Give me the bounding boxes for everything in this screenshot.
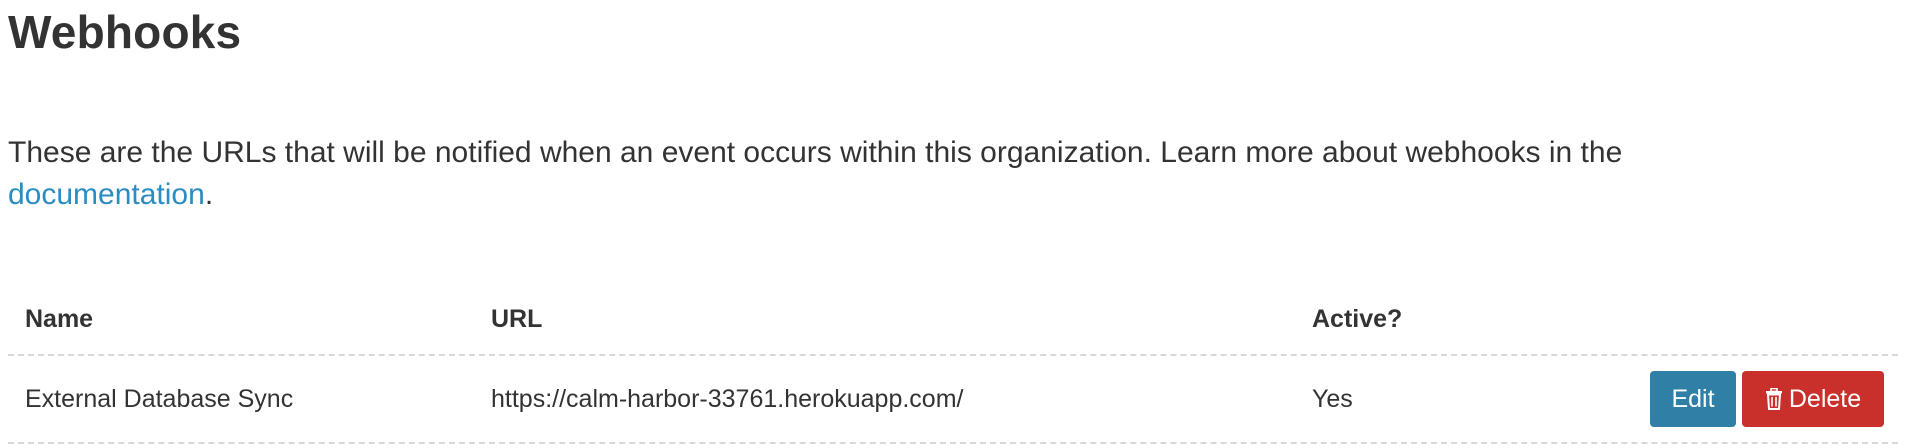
delete-label: Delete xyxy=(1788,384,1862,413)
column-header-active: Active? xyxy=(1312,304,1403,333)
webhook-url: https://calm-harbor-33761.herokuapp.com/ xyxy=(491,384,964,413)
page-title: Webhooks xyxy=(8,6,242,58)
table-row: External Database Sync https://calm-harb… xyxy=(8,356,1898,444)
row-actions: Edit Delete xyxy=(1650,356,1884,442)
documentation-link[interactable]: documentation xyxy=(8,178,205,211)
webhooks-page: Webhooks These are the URLs that will be… xyxy=(0,0,1906,448)
intro-paragraph: These are the URLs that will be notified… xyxy=(8,132,1748,216)
intro-text: These are the URLs that will be notified… xyxy=(8,136,1623,169)
column-header-name: Name xyxy=(25,304,94,333)
intro-end: . xyxy=(204,178,214,211)
webhook-name: External Database Sync xyxy=(25,384,294,413)
column-header-url: URL xyxy=(491,304,543,333)
delete-button[interactable]: Delete xyxy=(1742,371,1884,427)
webhooks-table: Name URL Active? External Database Sync … xyxy=(8,284,1898,444)
edit-button[interactable]: Edit xyxy=(1650,371,1736,427)
table-header-row: Name URL Active? xyxy=(8,284,1898,356)
trash-icon xyxy=(1765,388,1782,410)
webhook-active: Yes xyxy=(1312,384,1353,413)
